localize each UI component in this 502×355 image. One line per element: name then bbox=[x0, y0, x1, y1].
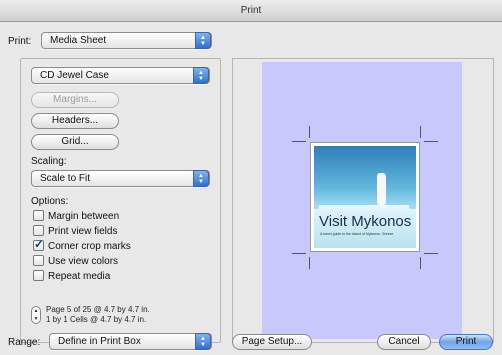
checkbox[interactable] bbox=[33, 270, 44, 281]
card-figure bbox=[377, 173, 386, 205]
scaling-label: Scaling: bbox=[31, 156, 67, 167]
page-setup-button[interactable]: Page Setup... bbox=[232, 334, 312, 350]
checkbox[interactable] bbox=[33, 210, 44, 221]
cancel-button[interactable]: Cancel bbox=[377, 334, 431, 350]
crop-mark bbox=[424, 141, 438, 142]
page-info: Page 5 of 25 @ 4.7 by 4.7 in. 1 by 1 Cel… bbox=[46, 305, 150, 325]
scaling-value: Scale to Fit bbox=[40, 173, 91, 184]
margins-button[interactable]: Margins... bbox=[31, 92, 119, 108]
crop-mark bbox=[309, 257, 310, 269]
print-label: Print: bbox=[8, 36, 32, 47]
checkbox[interactable] bbox=[33, 255, 44, 266]
option-label: Use view colors bbox=[48, 256, 119, 267]
window-titlebar[interactable]: Print bbox=[0, 0, 502, 22]
stepper-up-icon[interactable]: ▲ bbox=[34, 308, 39, 314]
popup-arrows-icon: ▲ ▼ bbox=[195, 333, 211, 350]
media-value: CD Jewel Case bbox=[40, 70, 109, 81]
crop-mark bbox=[292, 253, 306, 254]
scaling-popup[interactable]: Scale to Fit ▲ ▼ bbox=[31, 170, 210, 187]
print-type-value: Media Sheet bbox=[50, 35, 107, 46]
window-title: Print bbox=[240, 5, 262, 16]
popup-arrows-icon: ▲ ▼ bbox=[193, 67, 209, 84]
crop-mark bbox=[309, 126, 310, 138]
print-button[interactable]: Print bbox=[439, 334, 493, 350]
preview-sheet: Visit Mykonos A travel guide to the isla… bbox=[262, 62, 462, 339]
crop-mark bbox=[420, 126, 421, 138]
range-value: Define in Print Box bbox=[58, 336, 141, 347]
media-popup[interactable]: CD Jewel Case ▲ ▼ bbox=[31, 67, 210, 84]
popup-arrows-icon: ▲ ▼ bbox=[193, 170, 209, 187]
option-corner-crop-marks[interactable]: ✓ Corner crop marks bbox=[33, 237, 131, 254]
print-type-popup[interactable]: Media Sheet ▲ ▼ bbox=[41, 32, 212, 49]
print-preview: Visit Mykonos A travel guide to the isla… bbox=[232, 58, 494, 343]
jewel-case-card: Visit Mykonos A travel guide to the isla… bbox=[310, 142, 420, 252]
range-label: Range: bbox=[8, 337, 41, 348]
checkmark-icon: ✓ bbox=[34, 237, 45, 251]
popup-arrows-icon: ▲ ▼ bbox=[195, 32, 211, 49]
card-title: Visit Mykonos bbox=[319, 213, 412, 230]
card-rail bbox=[319, 205, 409, 209]
option-repeat-media[interactable]: Repeat media bbox=[33, 270, 110, 284]
page-stepper[interactable]: ▲ ▼ bbox=[31, 306, 41, 324]
checkbox-checked[interactable]: ✓ bbox=[33, 237, 45, 251]
option-print-view-fields[interactable]: Print view fields bbox=[33, 225, 117, 239]
checkbox[interactable] bbox=[33, 225, 44, 236]
page-info-line2: 1 by 1 Cells @ 4.7 by 4.7 in. bbox=[46, 315, 147, 324]
options-label: Options: bbox=[31, 196, 69, 207]
crop-mark bbox=[424, 253, 438, 254]
stepper-down-icon[interactable]: ▼ bbox=[34, 316, 39, 322]
option-label: Repeat media bbox=[48, 271, 111, 282]
option-label: Corner crop marks bbox=[48, 241, 131, 252]
settings-panel: CD Jewel Case ▲ ▼ Margins... Headers... G… bbox=[20, 58, 221, 343]
crop-mark bbox=[420, 257, 421, 269]
page-info-line1: Page 5 of 25 @ 4.7 by 4.7 in. bbox=[46, 305, 150, 314]
crop-mark bbox=[292, 141, 306, 142]
range-popup[interactable]: Define in Print Box ▲ ▼ bbox=[49, 333, 212, 350]
option-label: Print view fields bbox=[48, 226, 118, 237]
option-label: Margin between bbox=[48, 211, 120, 222]
print-dialog: Print: Media Sheet ▲ ▼ CD Jewel Case ▲ ▼ M… bbox=[0, 22, 502, 355]
option-margin-between[interactable]: Margin between bbox=[33, 210, 119, 224]
headers-button[interactable]: Headers... bbox=[31, 113, 119, 129]
grid-button[interactable]: Grid... bbox=[31, 134, 119, 150]
card-subtitle: A travel guide to the island of Mykonos,… bbox=[320, 232, 394, 236]
option-use-view-colors[interactable]: Use view colors bbox=[33, 255, 118, 269]
